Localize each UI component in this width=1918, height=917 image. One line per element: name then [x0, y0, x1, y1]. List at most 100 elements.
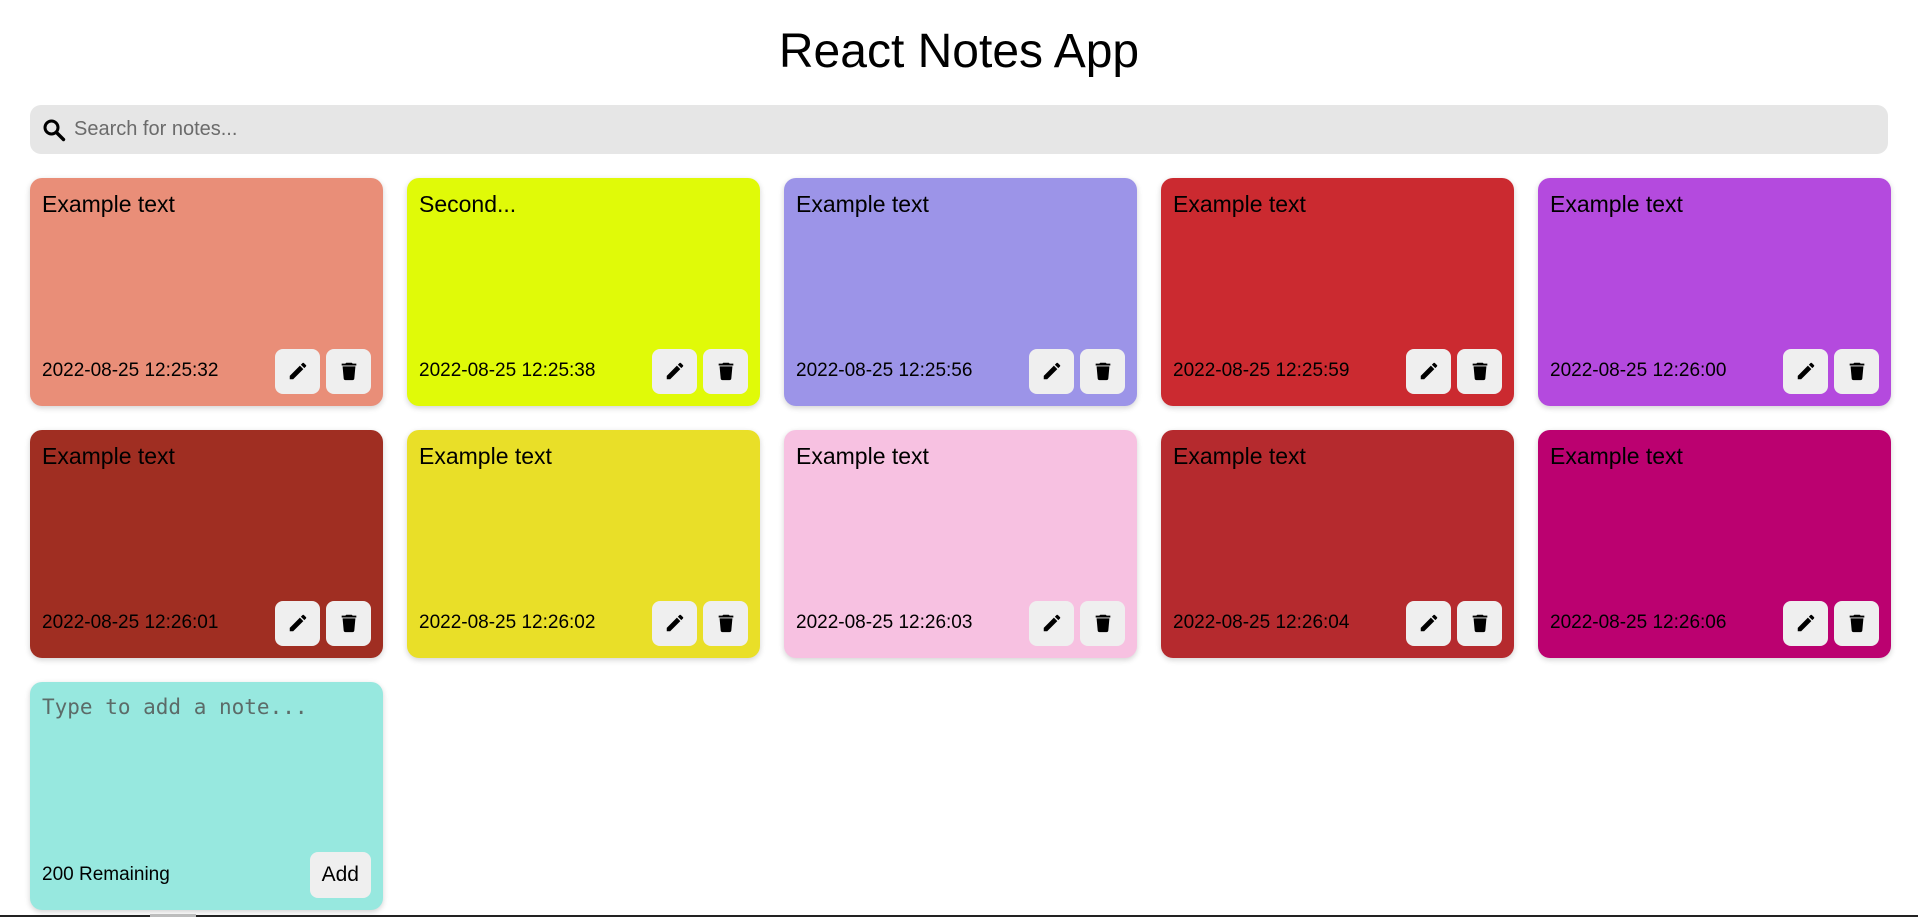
pencil-icon: [666, 362, 683, 380]
edit-note-button[interactable]: [1406, 600, 1451, 646]
search-bar[interactable]: [30, 104, 1888, 155]
note-card: Example text 2022-08-25 12:25:32: [30, 178, 383, 406]
trash-icon: [1095, 614, 1110, 633]
trash-icon: [718, 362, 733, 381]
note-date: 2022-08-25 12:25:56: [796, 360, 973, 381]
notes-grid: Example text 2022-08-25 12:25:32 Second.…: [30, 178, 1891, 910]
note-footer: 2022-08-25 12:26:04: [1173, 600, 1502, 646]
note-card: Example text 2022-08-25 12:25:56: [784, 178, 1137, 406]
note-date: 2022-08-25 12:25:32: [42, 360, 219, 381]
search-icon: [43, 119, 66, 141]
delete-note-button[interactable]: [1457, 348, 1502, 394]
note-footer: 2022-08-25 12:26:01: [42, 600, 371, 646]
note-date: 2022-08-25 12:25:59: [1173, 360, 1350, 381]
trash-icon: [1095, 362, 1110, 381]
trash-icon: [1472, 362, 1487, 381]
pencil-icon: [1797, 362, 1814, 380]
edit-note-button[interactable]: [652, 600, 697, 646]
trash-icon: [341, 362, 356, 381]
note-footer: 2022-08-25 12:26:06: [1550, 600, 1879, 646]
new-note-input[interactable]: [42, 694, 371, 824]
note-card: Second... 2022-08-25 12:25:38: [407, 178, 760, 406]
trash-icon: [718, 614, 733, 633]
pencil-icon: [1420, 362, 1437, 380]
note-date: 2022-08-25 12:26:04: [1173, 612, 1350, 633]
note-actions: [1406, 600, 1502, 646]
note-text: Example text: [796, 443, 929, 469]
note-actions: [1029, 348, 1125, 394]
note-actions: [1406, 348, 1502, 394]
note-text: Example text: [42, 443, 175, 469]
pencil-icon: [666, 614, 683, 632]
note-actions: [652, 600, 748, 646]
note-text: Example text: [1173, 443, 1306, 469]
note-date: 2022-08-25 12:26:03: [796, 612, 973, 633]
note-text: Example text: [1550, 191, 1683, 217]
new-note-footer: 200 Remaining Add: [42, 852, 371, 898]
note-date: 2022-08-25 12:26:00: [1550, 360, 1727, 381]
delete-note-button[interactable]: [703, 348, 748, 394]
note-card: Example text 2022-08-25 12:26:00: [1538, 178, 1891, 406]
note-actions: [1029, 600, 1125, 646]
search-input[interactable]: [72, 104, 1876, 155]
note-actions: [1783, 600, 1879, 646]
note-footer: 2022-08-25 12:25:32: [42, 348, 371, 394]
note-text: Example text: [796, 191, 929, 217]
trash-icon: [341, 614, 356, 633]
note-date: 2022-08-25 12:26:02: [419, 612, 596, 633]
note-text: Example text: [1173, 191, 1306, 217]
delete-note-button[interactable]: [1834, 348, 1879, 394]
edit-note-button[interactable]: [1783, 600, 1828, 646]
note-actions: [275, 600, 371, 646]
note-card: Example text 2022-08-25 12:26:03: [784, 430, 1137, 658]
pencil-icon: [289, 614, 306, 632]
page-title: React Notes App: [778, 25, 1140, 78]
note-card: Example text 2022-08-25 12:26:01: [30, 430, 383, 658]
note-date: 2022-08-25 12:25:38: [419, 360, 596, 381]
note-footer: 2022-08-25 12:26:02: [419, 600, 748, 646]
delete-note-button[interactable]: [326, 600, 371, 646]
pencil-icon: [1797, 614, 1814, 632]
note-footer: 2022-08-25 12:25:59: [1173, 348, 1502, 394]
new-note-card: 200 Remaining Add: [30, 682, 383, 910]
note-footer: 2022-08-25 12:25:38: [419, 348, 748, 394]
edit-note-button[interactable]: [1029, 600, 1074, 646]
edit-note-button[interactable]: [652, 348, 697, 394]
note-actions: [652, 348, 748, 394]
edit-note-button[interactable]: [275, 600, 320, 646]
note-card: Example text 2022-08-25 12:25:59: [1161, 178, 1514, 406]
trash-icon: [1472, 614, 1487, 633]
delete-note-button[interactable]: [703, 600, 748, 646]
trash-icon: [1849, 362, 1864, 381]
note-actions: [275, 348, 371, 394]
delete-note-button[interactable]: [326, 348, 371, 394]
note-footer: 2022-08-25 12:26:00: [1550, 348, 1879, 394]
note-text: Second...: [419, 191, 517, 217]
edit-note-button[interactable]: [1029, 348, 1074, 394]
note-footer: 2022-08-25 12:26:03: [796, 600, 1125, 646]
notes-app: React Notes App Example text 2022-08-25 …: [0, 0, 1918, 917]
delete-note-button[interactable]: [1457, 600, 1502, 646]
pencil-icon: [289, 362, 306, 380]
pencil-icon: [1043, 362, 1060, 380]
note-card: Example text 2022-08-25 12:26:02: [407, 430, 760, 658]
pencil-icon: [1043, 614, 1060, 632]
note-text: Example text: [1550, 443, 1683, 469]
note-actions: [1783, 348, 1879, 394]
note-card: Example text 2022-08-25 12:26:06: [1538, 430, 1891, 658]
delete-note-button[interactable]: [1080, 348, 1125, 394]
delete-note-button[interactable]: [1834, 600, 1879, 646]
note-date: 2022-08-25 12:26:01: [42, 612, 219, 633]
remaining-count: 200 Remaining: [42, 864, 170, 885]
note-card: Example text 2022-08-25 12:26:04: [1161, 430, 1514, 658]
note-date: 2022-08-25 12:26:06: [1550, 612, 1727, 633]
note-footer: 2022-08-25 12:25:56: [796, 348, 1125, 394]
note-text: Example text: [419, 443, 552, 469]
edit-note-button[interactable]: [1783, 348, 1828, 394]
trash-icon: [1849, 614, 1864, 633]
delete-note-button[interactable]: [1080, 600, 1125, 646]
add-note-button[interactable]: Add: [309, 852, 371, 898]
edit-note-button[interactable]: [1406, 348, 1451, 394]
edit-note-button[interactable]: [275, 348, 320, 394]
pencil-icon: [1420, 614, 1437, 632]
